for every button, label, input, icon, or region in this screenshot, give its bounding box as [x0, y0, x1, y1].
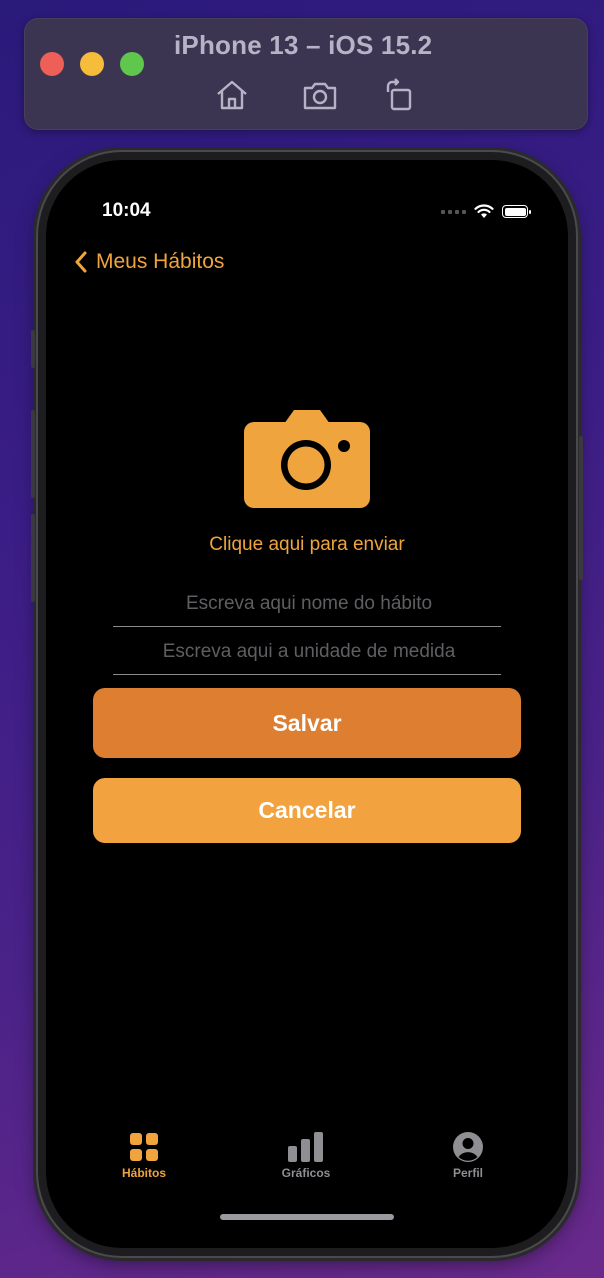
camera-icon[interactable] — [244, 410, 370, 508]
tab-habitos[interactable]: Hábitos — [84, 1132, 204, 1180]
chevron-left-icon — [75, 251, 87, 273]
unit-input[interactable] — [113, 628, 505, 676]
habit-name-field — [113, 580, 505, 628]
screenshot-icon[interactable] — [302, 78, 338, 112]
battery-icon — [502, 205, 531, 218]
back-button[interactable]: Meus Hábitos — [74, 250, 224, 274]
status-time: 10:04 — [102, 200, 151, 221]
save-button[interactable]: Salvar — [93, 688, 521, 758]
tab-perfil[interactable]: Perfil — [408, 1132, 528, 1180]
habit-name-input[interactable] — [113, 580, 505, 628]
volume-down-button — [31, 514, 35, 602]
back-button-label: Meus Hábitos — [96, 250, 225, 273]
tab-perfil-label: Perfil — [452, 1166, 483, 1180]
tab-bar: Hábitos Gráficos Perfil — [46, 1132, 568, 1192]
home-icon[interactable] — [214, 78, 250, 112]
upload-image-link[interactable]: Clique aqui para enviar — [46, 534, 568, 556]
rotate-icon[interactable] — [382, 78, 418, 112]
grid-icon — [130, 1133, 158, 1161]
simulator-toolbar: iPhone 13 – iOS 15.2 — [24, 18, 588, 130]
unit-field — [113, 628, 505, 676]
mute-switch — [31, 330, 35, 368]
home-indicator — [220, 1214, 394, 1220]
tab-habitos-label: Hábitos — [121, 1166, 166, 1180]
close-window-button[interactable] — [40, 52, 64, 76]
status-icons — [441, 204, 531, 219]
minimize-window-button[interactable] — [80, 52, 104, 76]
volume-up-button — [31, 410, 35, 498]
zoom-window-button[interactable] — [120, 52, 144, 76]
power-button — [579, 436, 583, 580]
profile-icon — [453, 1132, 483, 1162]
cancel-button[interactable]: Cancelar — [93, 778, 521, 843]
bar-chart-icon — [288, 1132, 323, 1162]
tab-graficos-label: Gráficos — [281, 1166, 331, 1180]
phone-screen: 10:04 Meus Hábitos Clique aqui para envi… — [46, 160, 568, 1248]
wifi-icon — [474, 204, 494, 218]
tab-graficos[interactable]: Gráficos — [246, 1132, 366, 1180]
cellular-signal-icon — [441, 209, 466, 214]
iphone-device-frame: 10:04 Meus Hábitos Clique aqui para envi… — [31, 152, 583, 1256]
simulator-title: iPhone 13 – iOS 15.2 — [174, 30, 433, 60]
